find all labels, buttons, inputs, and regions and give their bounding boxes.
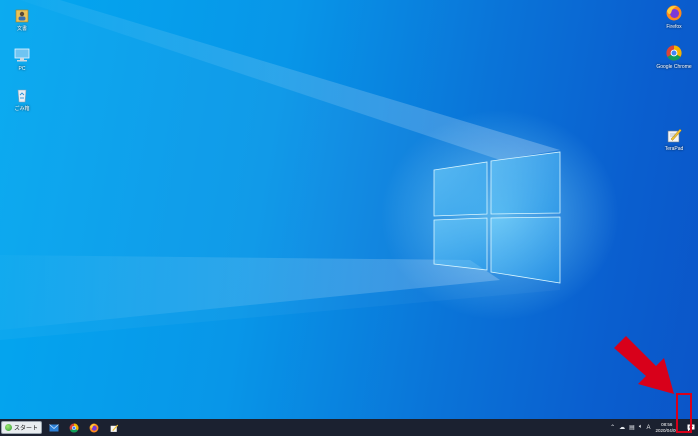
ime-indicator[interactable]: A bbox=[646, 425, 650, 431]
clock-date: 2020/04/09 bbox=[655, 427, 678, 433]
chevron-up-icon[interactable]: ⌃ bbox=[610, 424, 615, 431]
taskbar: スタート ⌃ ☁ ▤ 🔈︎ A 08:56 2020/04/09 bbox=[0, 419, 698, 436]
desktop-icon-recycle-bin[interactable]: ごみ箱 bbox=[2, 86, 42, 112]
onedrive-icon[interactable]: ☁ bbox=[619, 424, 625, 431]
start-orb-icon bbox=[5, 424, 12, 431]
desktop-icon-this-pc[interactable]: PC bbox=[2, 46, 42, 72]
user-folder-icon bbox=[15, 9, 29, 23]
desktop-icon-user-folder[interactable]: 文書 bbox=[2, 6, 42, 32]
taskbar-app-chrome[interactable] bbox=[68, 422, 80, 434]
start-button-label: スタート bbox=[14, 426, 39, 432]
network-icon[interactable]: ▤ bbox=[629, 424, 635, 431]
start-button[interactable]: スタート bbox=[1, 421, 43, 434]
chrome-icon bbox=[666, 45, 682, 61]
windows-logo bbox=[433, 151, 561, 284]
terapad-icon bbox=[667, 128, 682, 143]
chrome-icon bbox=[69, 423, 79, 433]
taskbar-app-firefox[interactable] bbox=[88, 422, 100, 434]
terapad-icon bbox=[110, 424, 119, 432]
desktop-icon-chrome[interactable]: Google Chrome bbox=[654, 44, 694, 70]
taskbar-app-mail[interactable] bbox=[48, 422, 60, 434]
desktop-icon-label: Firefox bbox=[666, 24, 682, 30]
firefox-icon bbox=[89, 423, 99, 432]
desktop-icon-label: Google Chrome bbox=[656, 64, 692, 70]
desktop-icon-label: PC bbox=[18, 66, 26, 72]
desktop[interactable]: 文書 PC ごみ箱 Firefox Google Chrome TeraPad … bbox=[0, 0, 698, 436]
volume-icon[interactable]: 🔈︎ bbox=[639, 424, 643, 431]
mail-icon bbox=[49, 423, 59, 431]
annotation-highlight-box bbox=[676, 393, 692, 433]
this-pc-icon bbox=[14, 48, 30, 62]
desktop-icon-label: TeraPad bbox=[664, 146, 684, 152]
desktop-icon-label: 文書 bbox=[16, 26, 27, 32]
desktop-icon-label: ごみ箱 bbox=[14, 106, 30, 112]
annotation-arrow bbox=[614, 336, 674, 394]
taskbar-app-terapad[interactable] bbox=[108, 422, 120, 434]
clock[interactable]: 08:56 2020/04/09 bbox=[655, 422, 678, 434]
desktop-icon-terapad[interactable]: TeraPad bbox=[654, 126, 694, 152]
desktop-icon-firefox[interactable]: Firefox bbox=[654, 4, 694, 30]
recycle-bin-icon bbox=[17, 89, 27, 103]
firefox-icon bbox=[666, 5, 682, 21]
